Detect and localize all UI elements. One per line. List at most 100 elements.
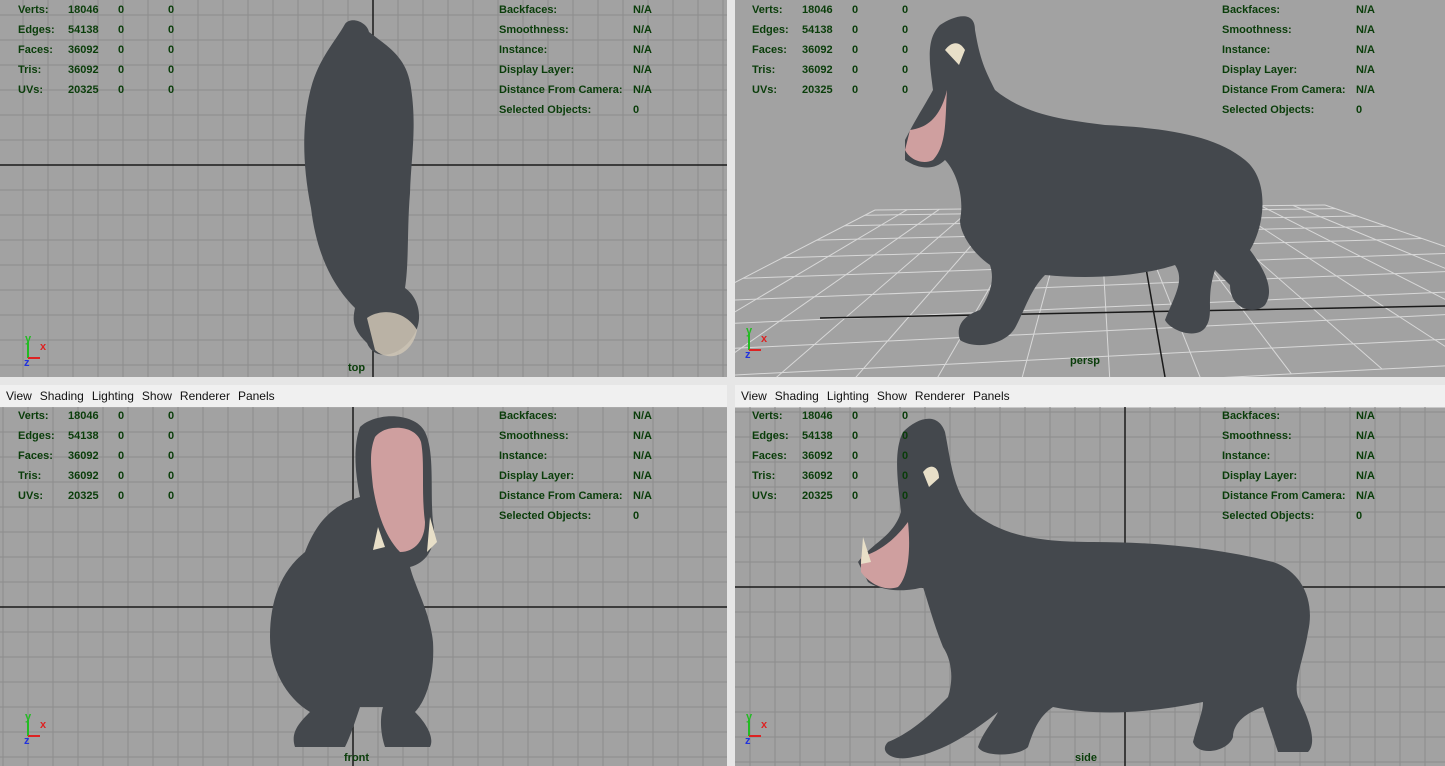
menu-lighting[interactable]: Lighting [92, 389, 134, 403]
stats-row: Verts: 18046 0 0 [18, 410, 188, 430]
stats-selected: 0 [118, 490, 125, 502]
menu-shading[interactable]: Shading [775, 389, 819, 403]
menu-renderer[interactable]: Renderer [915, 389, 965, 403]
info-value: N/A [1356, 44, 1375, 56]
menu-renderer[interactable]: Renderer [180, 389, 230, 403]
info-row: Selected Objects: 0 [1222, 510, 1375, 530]
stats-row: Tris: 36092 0 0 [752, 470, 922, 490]
stats-row: UVs: 20325 0 0 [18, 490, 188, 510]
viewport-top-pane[interactable]: Verts: 18046 0 0 Edges: 54138 0 0 Faces: 36092 0 0 T… [0, 0, 727, 377]
info-row: Display Layer: N/A [499, 64, 652, 84]
viewport-side-pane[interactable]: View Shading Lighting Show Renderer Panels Ve… [735, 385, 1445, 766]
axis-label-up: y [25, 334, 32, 345]
stats-selected: 0 [852, 24, 859, 36]
info-value: N/A [633, 450, 652, 462]
menu-panels[interactable]: Panels [238, 389, 275, 403]
viewport-front[interactable]: Verts: 18046 0 0 Edges: 54138 0 0 Faces: 36092 0 0 T… [0, 407, 727, 766]
stats-selected: 0 [852, 410, 859, 422]
info-row: Backfaces: N/A [499, 4, 652, 24]
menu-view[interactable]: View [741, 389, 767, 403]
info-label: Distance From Camera: [1222, 490, 1346, 502]
info-label: Distance From Camera: [499, 84, 623, 96]
stats-label: Faces: [752, 44, 787, 56]
info-value: N/A [633, 410, 652, 422]
stats-component: 0 [168, 44, 175, 56]
stats-component: 0 [168, 430, 175, 442]
info-value: N/A [633, 470, 652, 482]
stats-selected: 0 [118, 84, 125, 96]
stats-component: 0 [168, 4, 175, 16]
info-label: Smoothness: [499, 430, 569, 442]
stats-label: Edges: [752, 24, 789, 36]
stats-label: Edges: [18, 430, 55, 442]
stats-component: 0 [168, 490, 175, 502]
stats-component: 0 [168, 450, 175, 462]
info-value: 0 [1356, 104, 1363, 116]
stats-value: 36092 [802, 470, 833, 482]
info-row: Distance From Camera: N/A [499, 490, 652, 510]
axis-label-depth: z [745, 735, 751, 744]
menu-lighting[interactable]: Lighting [827, 389, 869, 403]
axis-gizmo-side: yx z [741, 711, 771, 747]
stats-value: 54138 [68, 24, 99, 36]
viewport-top[interactable]: Verts: 18046 0 0 Edges: 54138 0 0 Faces: 36092 0 0 T… [0, 0, 727, 377]
menu-panels[interactable]: Panels [973, 389, 1010, 403]
info-label: Display Layer: [499, 470, 575, 482]
info-row: Distance From Camera: N/A [499, 84, 652, 104]
object-info-top: Backfaces: N/A Smoothness: N/A Instance: N/A D… [499, 4, 652, 124]
stats-row: Verts: 18046 0 0 [752, 410, 922, 430]
info-label: Smoothness: [1222, 430, 1292, 442]
stats-component: 0 [168, 410, 175, 422]
camera-label-top: top [348, 362, 366, 374]
stats-row: Faces: 36092 0 0 [752, 44, 922, 64]
camera-label-side: side [1075, 752, 1098, 764]
stats-row: Faces: 36092 0 0 [18, 450, 188, 470]
info-label: Instance: [1222, 450, 1271, 462]
info-value: N/A [1356, 84, 1375, 96]
info-row: Instance: N/A [1222, 450, 1375, 470]
viewport-persp[interactable]: Verts: 18046 0 0 Edges: 54138 0 0 Faces: 36092 0 0 T… [735, 0, 1445, 377]
info-value: N/A [1356, 470, 1375, 482]
stats-selected: 0 [118, 450, 125, 462]
camera-label-front: front [344, 752, 370, 764]
menu-shading[interactable]: Shading [40, 389, 84, 403]
hippo-model-top[interactable] [295, 18, 435, 360]
stats-component: 0 [902, 410, 909, 422]
stats-value: 36092 [68, 470, 99, 482]
stats-label: Tris: [752, 64, 776, 76]
stats-row: Edges: 54138 0 0 [752, 430, 922, 450]
stats-selected: 0 [852, 450, 859, 462]
info-label: Instance: [1222, 44, 1271, 56]
info-value: N/A [633, 24, 652, 36]
menu-show[interactable]: Show [142, 389, 172, 403]
object-info-persp: Backfaces: N/A Smoothness: N/A Instance: N/A D… [1222, 4, 1375, 124]
axis-gizmo-top: yx z [20, 333, 50, 369]
menu-view[interactable]: View [6, 389, 32, 403]
info-label: Display Layer: [499, 64, 575, 76]
axis-label-up: y [746, 712, 753, 723]
camera-label-persp: persp [1070, 355, 1100, 367]
stats-selected: 0 [118, 4, 125, 16]
stats-label: Verts: [752, 410, 783, 422]
stats-value: 36092 [68, 44, 99, 56]
viewport-front-pane[interactable]: View Shading Lighting Show Renderer Panels Ve… [0, 385, 727, 766]
stats-component: 0 [168, 64, 175, 76]
panel-menubar-side: View Shading Lighting Show Renderer Panels [735, 385, 1445, 408]
stats-label: Edges: [752, 430, 789, 442]
info-label: Backfaces: [499, 4, 558, 16]
pane-splitter-horizontal[interactable] [0, 377, 1445, 385]
info-row: Instance: N/A [499, 44, 652, 64]
stats-value: 54138 [802, 430, 833, 442]
info-value: 0 [1356, 510, 1363, 522]
info-value: N/A [1356, 4, 1375, 16]
hippo-model-front[interactable] [265, 412, 445, 752]
axis-label-right: x [40, 719, 47, 731]
info-row: Backfaces: N/A [499, 410, 652, 430]
viewport-persp-pane[interactable]: Verts: 18046 0 0 Edges: 54138 0 0 Faces: 36092 0 0 T… [735, 0, 1445, 377]
info-label: Instance: [499, 44, 548, 56]
info-value: N/A [1356, 64, 1375, 76]
info-value: N/A [633, 490, 652, 502]
viewport-side[interactable]: Verts: 18046 0 0 Edges: 54138 0 0 Faces: 36092 0 0 T… [735, 407, 1445, 766]
stats-label: Faces: [18, 44, 53, 56]
menu-show[interactable]: Show [877, 389, 907, 403]
